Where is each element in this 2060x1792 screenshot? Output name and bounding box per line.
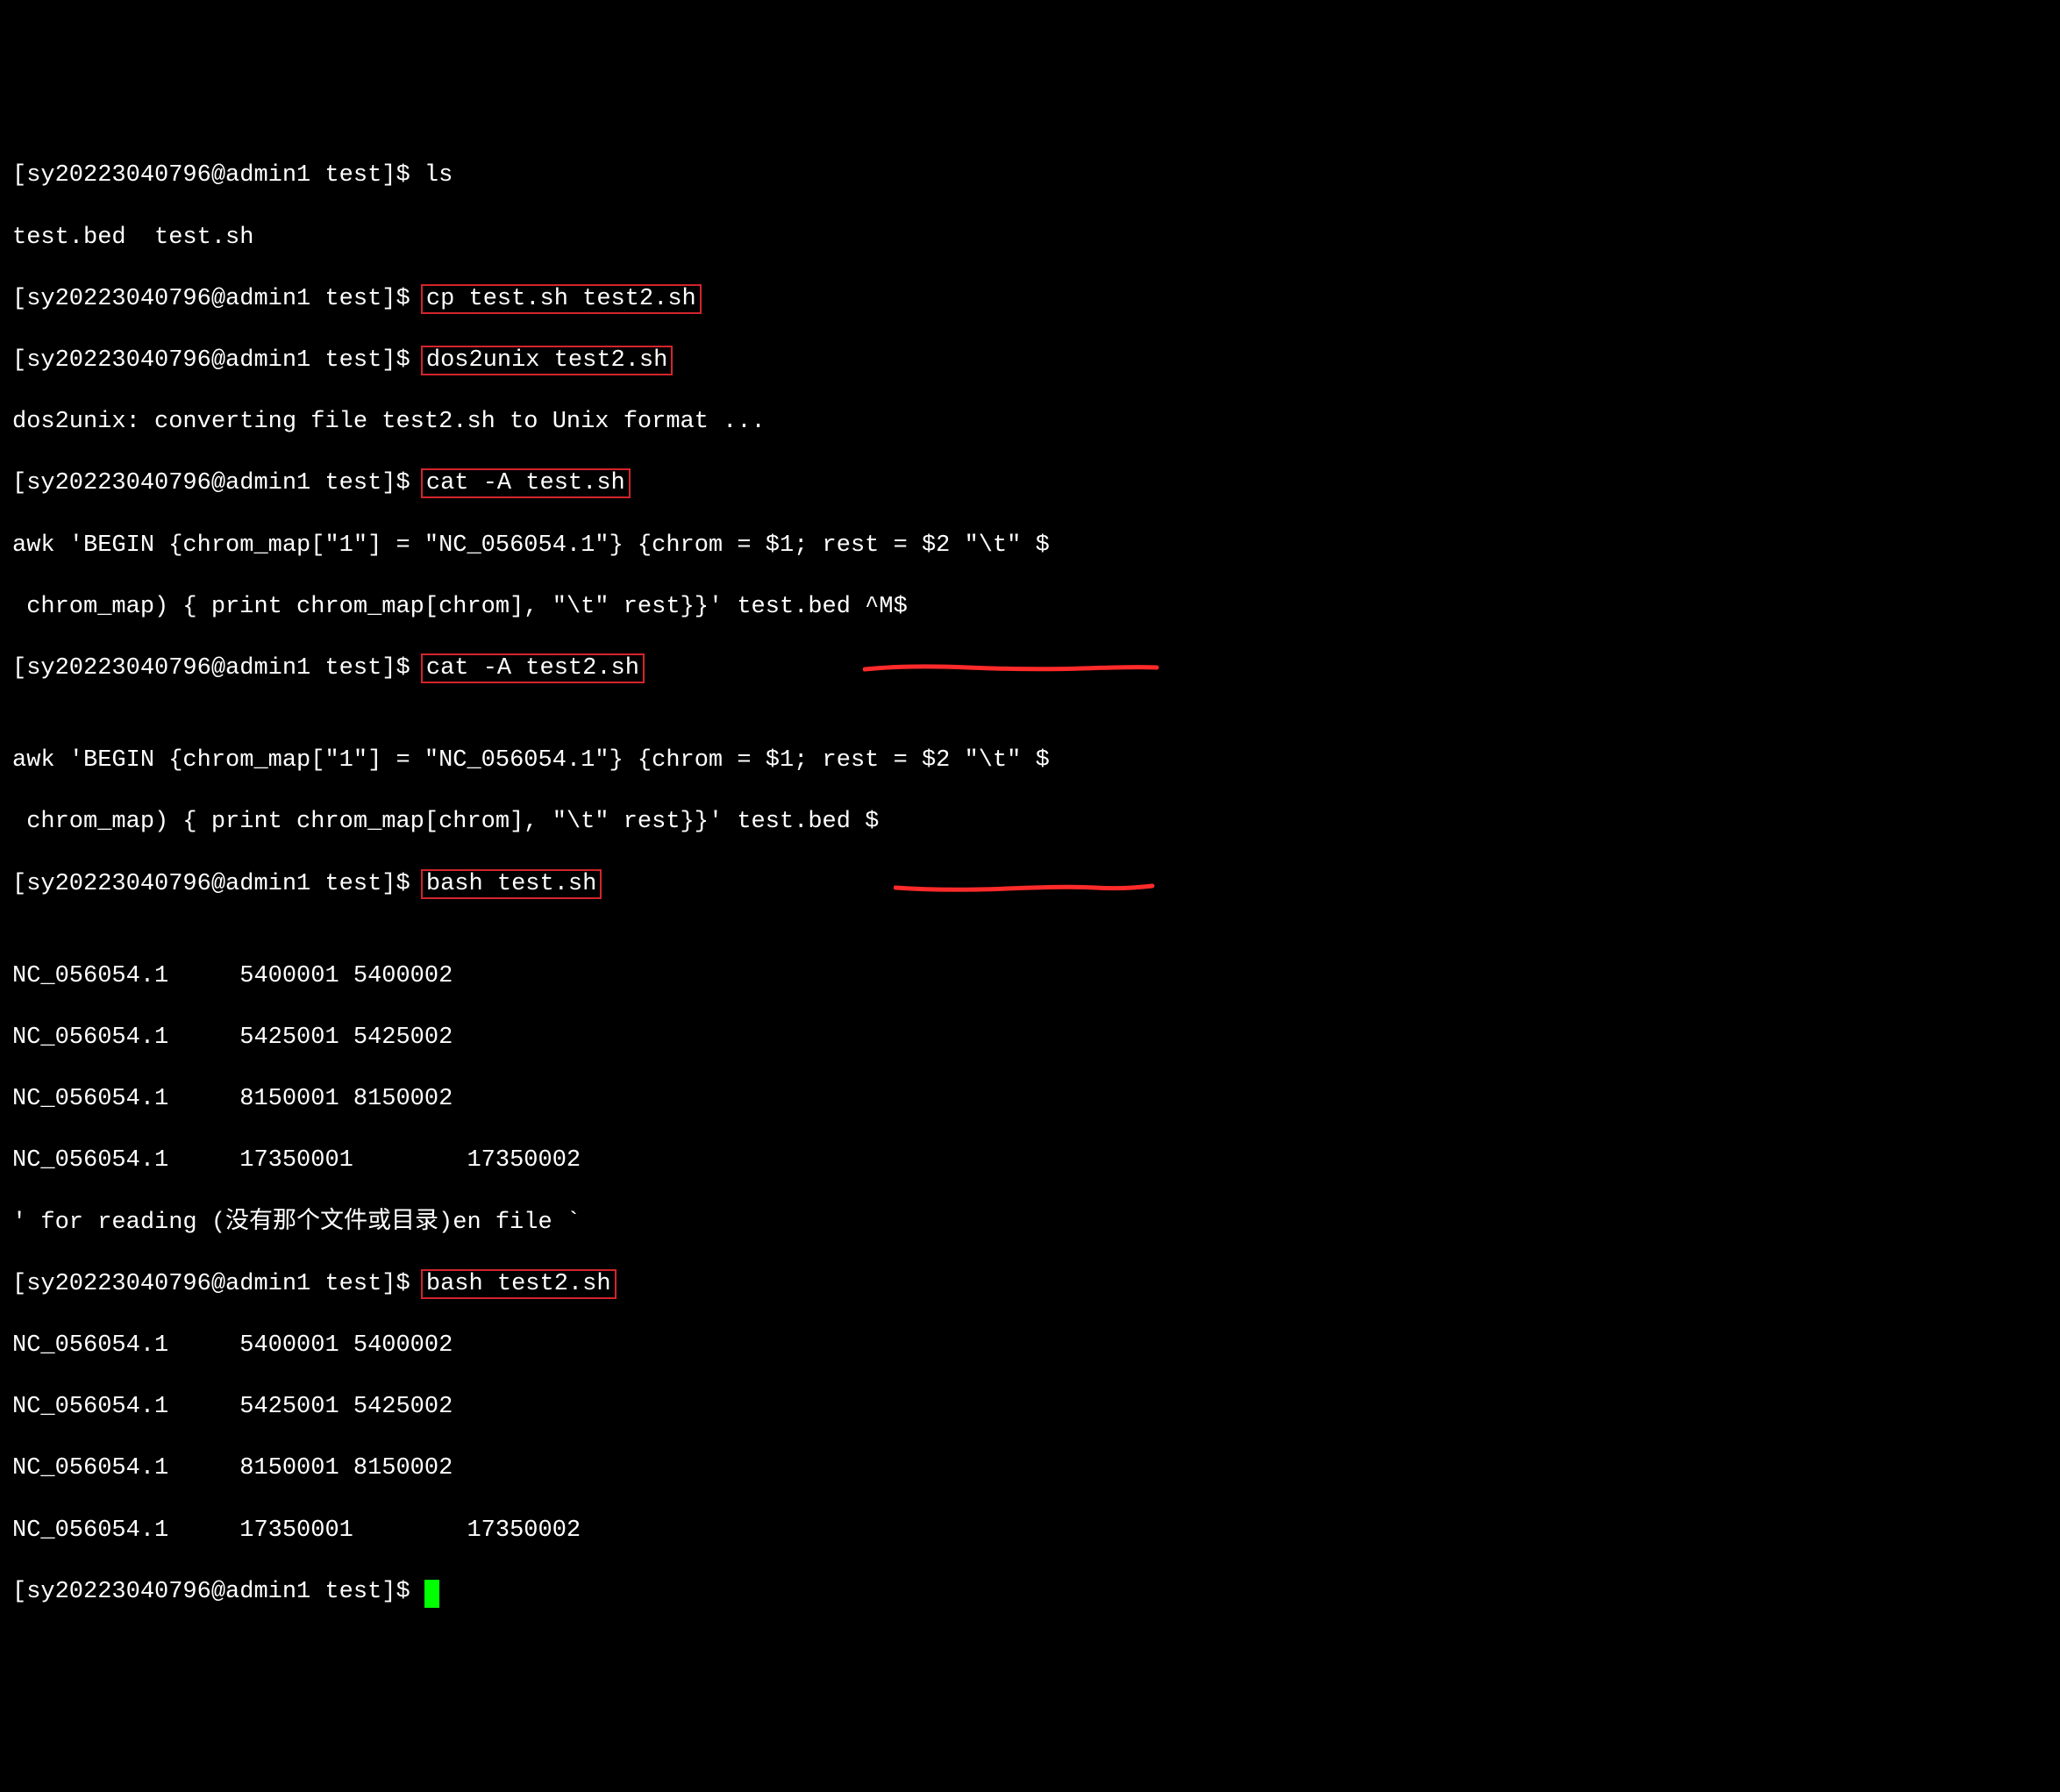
command-dos2unix-boxed: dos2unix test2.sh [421,346,673,375]
terminal-line: NC_056054.1 17350001 17350002 [12,1516,2048,1546]
terminal-line: [sy20223040796@admin1 test]$ bash test2.… [12,1269,2048,1300]
command-bash-test2sh-boxed: bash test2.sh [421,1269,617,1299]
command-cat-test2sh-boxed: cat -A test2.sh [421,653,645,683]
prompt: [sy20223040796@admin1 test]$ [12,655,424,682]
output: chrom_map) { print chrom_map[chrom], "\t… [12,809,879,835]
output: NC_056054.1 5425001 5425002 [12,1394,453,1420]
output: NC_056054.1 17350001 17350002 [12,1517,581,1544]
terminal-line: NC_056054.1 5425001 5425002 [12,1023,2048,1053]
terminal-line: [sy20223040796@admin1 test]$ cp test.sh … [12,284,2048,315]
cursor-block[interactable] [424,1580,439,1608]
output: awk 'BEGIN {chrom_map["1"] = "NC_056054.… [12,532,1050,559]
terminal-line: NC_056054.1 5400001 5400002 [12,1331,2048,1361]
terminal-line: [sy20223040796@admin1 test]$ cat -A test… [12,468,2048,499]
output: NC_056054.1 5425001 5425002 [12,1025,453,1051]
output: chrom_map) { print chrom_map[chrom], "\t… [12,594,908,620]
terminal-line: NC_056054.1 5425001 5425002 [12,1392,2048,1423]
terminal-line: chrom_map) { print chrom_map[chrom], "\t… [12,592,2048,623]
terminal-line: NC_056054.1 5400001 5400002 [12,961,2048,992]
command-cp-boxed: cp test.sh test2.sh [421,284,702,314]
terminal-output[interactable]: [sy20223040796@admin1 test]$ ls test.bed… [12,130,2048,1639]
output: ' for reading (没有那个文件或目录)en file ` [12,1210,581,1236]
terminal-line: NC_056054.1 8150001 8150002 [12,1453,2048,1484]
annotation-underline [894,882,1157,899]
terminal-line: [sy20223040796@admin1 test]$ bash test.s… [12,869,2048,931]
command-cat-testsh-boxed: cat -A test.sh [421,468,631,498]
terminal-line: ' for reading (没有那个文件或目录)en file ` [12,1208,2048,1239]
output: NC_056054.1 17350001 17350002 [12,1147,581,1174]
terminal-line: awk 'BEGIN {chrom_map["1"] = "NC_056054.… [12,531,2048,561]
command-ls: ls [424,162,453,189]
terminal-line: NC_056054.1 17350001 17350002 [12,1146,2048,1176]
prompt: [sy20223040796@admin1 test]$ [12,347,424,374]
terminal-line: [sy20223040796@admin1 test]$ dos2unix te… [12,346,2048,376]
prompt: [sy20223040796@admin1 test]$ [12,286,424,312]
terminal-line: [sy20223040796@admin1 test]$ [12,1577,2048,1608]
prompt: [sy20223040796@admin1 test]$ [12,162,424,189]
annotation-underline [863,662,1161,680]
output: test.bed test.sh [12,225,253,251]
terminal-line: dos2unix: converting file test2.sh to Un… [12,407,2048,438]
command-bash-testsh-boxed: bash test.sh [421,869,602,899]
terminal-line: awk 'BEGIN {chrom_map["1"] = "NC_056054.… [12,746,2048,776]
output: awk 'BEGIN {chrom_map["1"] = "NC_056054.… [12,747,1050,774]
terminal-line: NC_056054.1 8150001 8150002 [12,1084,2048,1115]
prompt: [sy20223040796@admin1 test]$ [12,470,424,496]
prompt: [sy20223040796@admin1 test]$ [12,871,424,897]
terminal-line: [sy20223040796@admin1 test]$ ls [12,161,2048,191]
prompt: [sy20223040796@admin1 test]$ [12,1579,424,1605]
output: dos2unix: converting file test2.sh to Un… [12,409,766,435]
terminal-line: test.bed test.sh [12,223,2048,253]
output: NC_056054.1 8150001 8150002 [12,1086,453,1112]
terminal-line: chrom_map) { print chrom_map[chrom], "\t… [12,807,2048,838]
output: NC_056054.1 8150001 8150002 [12,1455,453,1481]
prompt: [sy20223040796@admin1 test]$ [12,1271,424,1297]
terminal-line: [sy20223040796@admin1 test]$ cat -A test… [12,653,2048,715]
output: NC_056054.1 5400001 5400002 [12,1332,453,1359]
output: NC_056054.1 5400001 5400002 [12,963,453,989]
